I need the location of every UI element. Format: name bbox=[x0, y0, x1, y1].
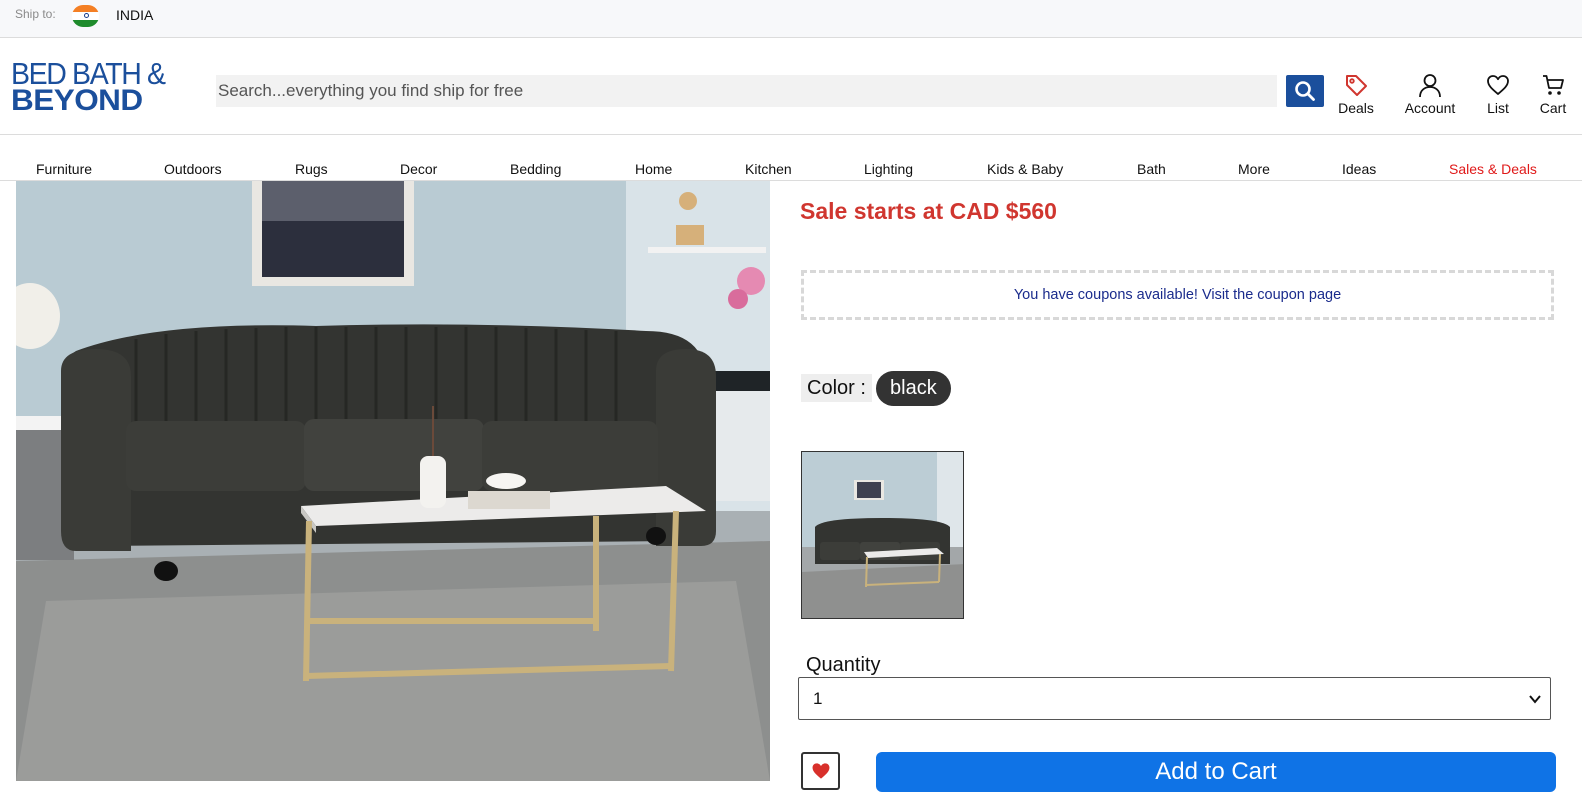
logo-line-2: BEYOND bbox=[11, 84, 143, 117]
add-to-wishlist-button[interactable] bbox=[801, 752, 840, 790]
ship-to-bar: Ship to: INDIA bbox=[0, 0, 1582, 38]
tag-icon bbox=[1346, 75, 1367, 96]
nav-item-kitchen[interactable]: Kitchen bbox=[745, 161, 792, 177]
site-header: BED BATH & BEYOND Deals Account List bbox=[0, 38, 1582, 135]
india-flag-icon[interactable] bbox=[72, 5, 99, 27]
nav-item-rugs[interactable]: Rugs bbox=[295, 161, 328, 177]
chevron-down-icon bbox=[1529, 695, 1541, 704]
search-button[interactable] bbox=[1286, 75, 1324, 107]
cart-label: Cart bbox=[1539, 100, 1567, 116]
color-option-black[interactable]: black bbox=[876, 371, 951, 406]
product-main-image[interactable] bbox=[16, 181, 770, 781]
heart-icon bbox=[1487, 75, 1509, 95]
cart-icon bbox=[1543, 75, 1564, 95]
deals-link[interactable]: Deals bbox=[1335, 72, 1377, 116]
account-label: Account bbox=[1404, 100, 1456, 116]
quantity-value: 1 bbox=[813, 689, 823, 708]
list-link[interactable]: List bbox=[1480, 72, 1516, 116]
nav-item-furniture[interactable]: Furniture bbox=[36, 161, 92, 177]
deals-label: Deals bbox=[1338, 100, 1374, 116]
nav-item-kids-baby[interactable]: Kids & Baby bbox=[987, 161, 1063, 177]
coupon-text[interactable]: You have coupons available! Visit the co… bbox=[1014, 287, 1341, 303]
cart-link[interactable]: Cart bbox=[1535, 72, 1571, 116]
product-thumbnail[interactable] bbox=[801, 451, 964, 619]
coupon-banner[interactable]: You have coupons available! Visit the co… bbox=[801, 270, 1554, 320]
color-label: Color : bbox=[801, 374, 872, 402]
quantity-label: Quantity bbox=[806, 654, 881, 676]
ship-to-label: Ship to: bbox=[15, 7, 56, 21]
list-label: List bbox=[1487, 100, 1509, 116]
category-nav: Furniture Outdoors Rugs Decor Bedding Ho… bbox=[0, 135, 1582, 181]
ship-to-country[interactable]: INDIA bbox=[116, 7, 153, 23]
nav-item-lighting[interactable]: Lighting bbox=[864, 161, 913, 177]
search-input[interactable] bbox=[216, 75, 1277, 107]
nav-item-ideas[interactable]: Ideas bbox=[1342, 161, 1376, 177]
account-link[interactable]: Account bbox=[1402, 72, 1458, 116]
search-icon bbox=[1295, 81, 1315, 101]
nav-item-home[interactable]: Home bbox=[635, 161, 672, 177]
nav-item-decor[interactable]: Decor bbox=[400, 161, 437, 177]
user-icon bbox=[1419, 74, 1441, 98]
add-to-cart-button[interactable]: Add to Cart bbox=[876, 752, 1556, 792]
heart-icon bbox=[812, 763, 829, 779]
quantity-select[interactable]: 1 bbox=[798, 677, 1551, 720]
sale-price-text: Sale starts at CAD $560 bbox=[800, 198, 1057, 224]
nav-item-bath[interactable]: Bath bbox=[1137, 161, 1166, 177]
nav-item-sales-deals[interactable]: Sales & Deals bbox=[1449, 161, 1537, 177]
nav-item-more[interactable]: More bbox=[1238, 161, 1270, 177]
nav-item-bedding[interactable]: Bedding bbox=[510, 161, 561, 177]
bed-bath-beyond-logo[interactable]: BED BATH & BEYOND bbox=[11, 58, 196, 118]
nav-item-outdoors[interactable]: Outdoors bbox=[164, 161, 222, 177]
